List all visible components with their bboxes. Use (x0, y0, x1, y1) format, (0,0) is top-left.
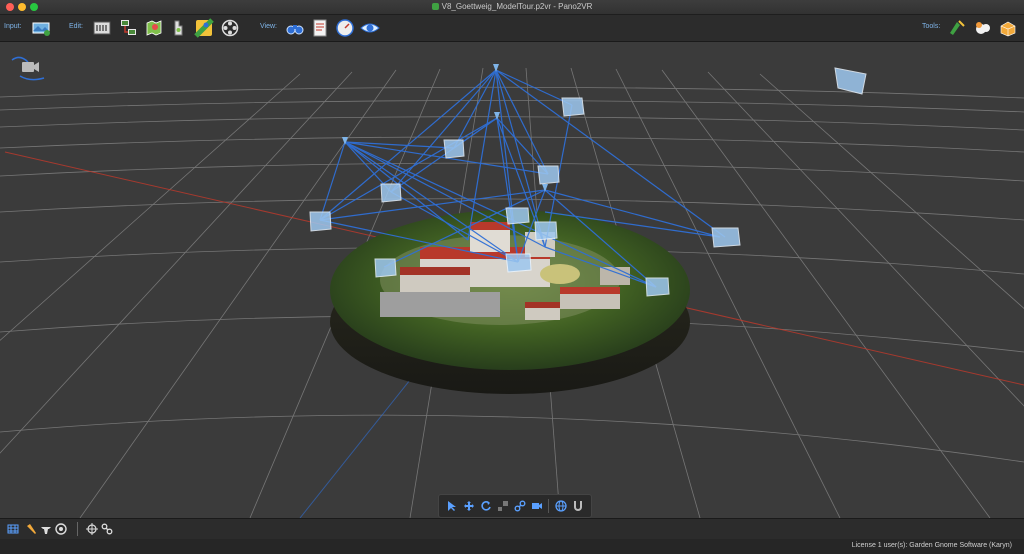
map-editor-button[interactable] (143, 17, 165, 39)
license-status-text: License 1 user(s): Garden Gnome Software… (851, 542, 1012, 549)
window-title: V8_Goettweig_ModelTour.p2vr - Pano2VR (441, 2, 593, 11)
tour-browser-button[interactable] (117, 17, 139, 39)
output-button[interactable] (334, 17, 356, 39)
crosshair-button[interactable] (84, 521, 100, 537)
crosshair-icon (86, 523, 98, 535)
document-icon (431, 3, 439, 10)
map-editor-icon (146, 20, 162, 36)
magnet-icon (573, 501, 582, 511)
status-bar: License 1 user(s): Garden Gnome Software… (0, 539, 1024, 554)
view-label: View: (260, 23, 277, 30)
snap-magnet-button[interactable] (569, 497, 586, 515)
import-panorama-icon (32, 22, 50, 36)
flashlight-icon (27, 524, 36, 534)
globe-icon (554, 500, 567, 512)
viewing-parameters-button[interactable] (284, 17, 306, 39)
package-tool-button[interactable] (997, 17, 1019, 39)
animation-editor-button[interactable] (219, 17, 241, 39)
camera-icon (531, 503, 542, 509)
properties-editor-button[interactable] (91, 17, 113, 39)
camera-nav-icon[interactable] (11, 56, 45, 81)
report-button[interactable] (309, 17, 331, 39)
tools-label: Tools: (922, 23, 941, 30)
camera-tool-button[interactable] (528, 497, 545, 515)
scene-canvas (0, 56, 1024, 518)
chain-link-icon (101, 523, 113, 535)
link-icon (514, 500, 525, 512)
edit-label: Edit: (69, 23, 84, 30)
package-tool-icon (1000, 21, 1016, 37)
target-icon (55, 523, 67, 535)
viewing-parameters-icon (286, 25, 304, 35)
report-icon (313, 19, 327, 37)
flashlight-button[interactable] (23, 521, 39, 537)
scale-tool-button[interactable] (494, 497, 511, 515)
link-tool-button[interactable] (511, 497, 528, 515)
tour-map-icon (194, 18, 214, 38)
preview-eye-icon (360, 23, 380, 33)
grid-toggle-button[interactable] (5, 521, 21, 537)
skin-editor-icon (174, 20, 183, 36)
hat-button[interactable] (38, 521, 54, 537)
globe-view-button[interactable] (552, 497, 569, 515)
skin-tool-button[interactable] (946, 17, 968, 39)
view-manipulation-toolbar (438, 494, 592, 518)
move-tool-button[interactable] (460, 497, 477, 515)
pano2vr-window: V8_Goettweig_ModelTour.p2vr - Pano2VR In… (0, 0, 1024, 554)
tour-map-button[interactable] (193, 17, 215, 39)
tour-browser-icon (121, 20, 136, 35)
chain-link-button[interactable] (99, 521, 115, 537)
preview-button[interactable] (359, 17, 381, 39)
move-icon (463, 501, 474, 511)
select-tool-button[interactable] (443, 497, 460, 515)
output-icon (336, 19, 354, 37)
goettweig-3d-model[interactable] (330, 210, 690, 394)
scale-icon (497, 501, 508, 511)
bottom-bar-separator (77, 522, 78, 536)
window-title-area: V8_Goettweig_ModelTour.p2vr - Pano2VR (0, 1, 1024, 13)
hat-icon (41, 527, 51, 534)
tour-3d-viewport[interactable] (0, 42, 1024, 518)
target-button[interactable] (53, 521, 69, 537)
rotate-icon (480, 501, 491, 511)
view-controls-separator (548, 499, 549, 513)
grid-toggle-icon (7, 524, 19, 534)
select-arrow-icon (447, 501, 456, 511)
import-panorama-button[interactable] (30, 17, 52, 39)
main-toolbar: Input: Edit: View: Tools: (0, 15, 1024, 42)
rotate-tool-button[interactable] (477, 497, 494, 515)
input-label: Input: (4, 23, 22, 30)
properties-editor-icon (93, 21, 111, 35)
title-bar: V8_Goettweig_ModelTour.p2vr - Pano2VR (0, 0, 1024, 15)
cloud-publish-icon (976, 22, 990, 34)
cloud-publish-button[interactable] (972, 17, 994, 39)
animation-editor-icon (221, 19, 239, 37)
skin-editor-button[interactable] (168, 17, 190, 39)
viewport-bottom-bar (0, 518, 1024, 539)
skin-tool-icon (950, 20, 965, 35)
